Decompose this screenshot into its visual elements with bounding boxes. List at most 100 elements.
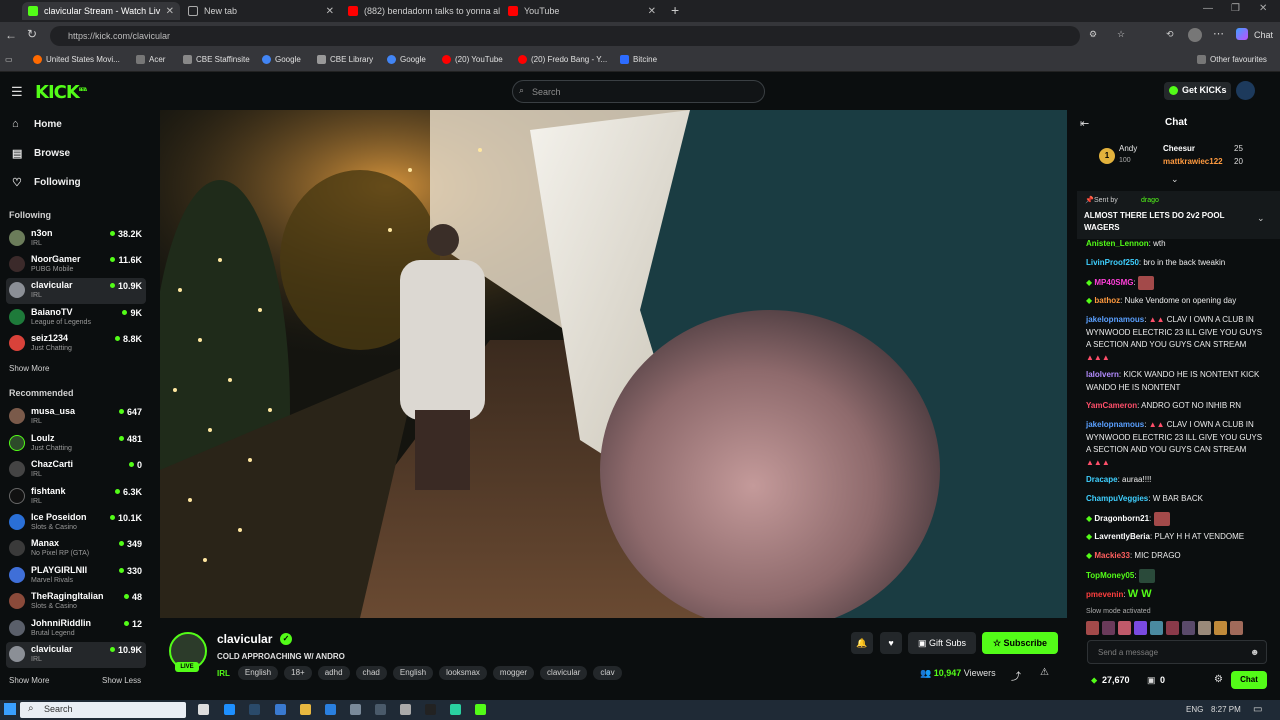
windows-start-icon[interactable] (4, 703, 16, 715)
more-menu-icon[interactable]: ⋯ (1213, 27, 1224, 40)
channel-playgirlnii[interactable]: PLAYGIRLNII Marvel Rivals 330 (6, 563, 146, 589)
history-icon[interactable]: ⟲ (1166, 29, 1174, 40)
app-icon[interactable] (350, 704, 361, 715)
url-field[interactable]: https://kick.com/clavicular (50, 26, 1080, 46)
leader-name[interactable]: Cheesur (1163, 144, 1195, 153)
bookmark-item[interactable]: Google (262, 55, 301, 64)
tag[interactable]: 18+ (284, 666, 312, 680)
settings-icon[interactable] (400, 704, 411, 715)
other-favourites[interactable]: Other favourites (1197, 55, 1267, 64)
channel-loulz[interactable]: Loulz Just Chatting 481 (6, 431, 146, 457)
chat-username[interactable]: Dracape (1086, 475, 1118, 484)
leader-name[interactable]: mattkrawiec122 (1163, 157, 1223, 166)
notification-bell-button[interactable]: 🔔 (851, 632, 873, 654)
expand-leaderboard-icon[interactable]: ⌄ (1171, 174, 1179, 185)
chat-message-input[interactable]: Send a message ☻ (1087, 640, 1267, 664)
chat-username[interactable]: bathoz (1094, 296, 1120, 305)
refresh-icon[interactable]: ↻ (27, 27, 37, 41)
bookmark-item[interactable]: CBE Library (317, 55, 373, 64)
copilot-label[interactable]: Chat (1254, 30, 1273, 40)
close-tab-icon[interactable]: ✕ (326, 6, 334, 17)
bookmark-item[interactable]: (20) YouTube (442, 55, 503, 64)
kick-logo[interactable]: KICKBETA (35, 82, 87, 103)
tag[interactable]: mogger (492, 666, 535, 680)
steam-icon[interactable] (249, 704, 260, 715)
chat-username[interactable]: YamCameron (1086, 401, 1137, 410)
chat-username[interactable]: lalolvern (1086, 370, 1119, 379)
extensions-icon[interactable]: ⚙ (1089, 29, 1097, 40)
chat-username[interactable]: MP40SMG (1094, 278, 1133, 287)
maximize-icon[interactable]: ❐ (1231, 3, 1240, 14)
file-explorer-icon[interactable] (300, 704, 311, 715)
app-icon[interactable] (425, 704, 436, 715)
video-player[interactable] (160, 110, 1067, 618)
channel-johnniriddlin[interactable]: JohnniRiddlin Brutal Legend 12 (6, 616, 146, 642)
get-kicks-button[interactable]: Get KICKs (1164, 82, 1231, 100)
app-icon[interactable] (375, 704, 386, 715)
tab-clavicular-stream[interactable]: clavicular Stream - Watch Liv ✕ (22, 2, 180, 20)
channel-seiz1234[interactable]: seiz1234 Just Chatting 8.8K (6, 331, 146, 357)
tab-youtube-video[interactable]: (882) bendadonn talks to yonna al (342, 2, 500, 20)
bookmark-item[interactable]: Google (387, 55, 426, 64)
sidebar-item-home[interactable]: ⌂ Home (12, 118, 62, 130)
show-more-following-button[interactable]: Show More (9, 364, 49, 373)
mail-icon[interactable] (325, 704, 336, 715)
chat-send-button[interactable]: Chat (1231, 671, 1267, 689)
bookmark-item[interactable]: Acer (136, 55, 165, 64)
stream-category[interactable]: IRL (217, 669, 230, 678)
app-icon[interactable] (450, 704, 461, 715)
close-window-icon[interactable]: ✕ (1259, 3, 1267, 14)
gift-subs-button[interactable]: ▣ Gift Subs (908, 632, 976, 654)
chat-username[interactable]: Anisten_Lennon (1086, 239, 1149, 248)
copilot-icon[interactable] (1236, 28, 1248, 40)
search-input[interactable]: ⌕ Search (512, 80, 765, 103)
chat-username[interactable]: pmevenin (1086, 590, 1123, 599)
taskbar-search-input[interactable]: ⌕ Search (20, 702, 186, 718)
close-tab-icon[interactable]: ✕ (648, 6, 656, 17)
tag[interactable]: clav (593, 666, 622, 680)
streamer-name[interactable]: clavicular (217, 632, 272, 646)
bookmark-item[interactable]: United States Movi... (33, 55, 120, 64)
tab-youtube[interactable]: YouTube ✕ (502, 2, 662, 20)
task-view-icon[interactable] (198, 704, 209, 715)
tag[interactable]: English (392, 666, 434, 680)
emote-icon[interactable] (1134, 621, 1147, 635)
chat-username[interactable]: jakelopnamous (1086, 315, 1144, 324)
emoji-picker-icon[interactable]: ☻ (1250, 647, 1259, 657)
show-less-button[interactable]: Show Less (102, 676, 141, 685)
notifications-icon[interactable]: ▭ (1253, 704, 1262, 715)
tag[interactable]: adhd (317, 666, 350, 680)
chat-username[interactable]: ChampuVeggies (1086, 494, 1148, 503)
sidebar-item-following[interactable]: ♡ Following (12, 176, 81, 189)
bookmark-item[interactable]: CBE Staffinsite (183, 55, 250, 64)
edge-browser-icon[interactable] (224, 704, 235, 715)
channel-baianotv[interactable]: BaianoTV League of Legends 9K (6, 305, 146, 331)
user-avatar[interactable] (1236, 81, 1255, 100)
tag[interactable]: clavicular (540, 666, 588, 680)
emote-icon[interactable] (1118, 621, 1131, 635)
chat-settings-gear-icon[interactable]: ⚙ (1214, 674, 1223, 685)
leader-name[interactable]: Andy (1119, 144, 1137, 153)
channel-noorgamer[interactable]: NoorGamer PUBG Mobile 11.6K (6, 252, 146, 278)
show-more-recommended-button[interactable]: Show More (9, 676, 49, 685)
kicks-balance[interactable]: 27,670 (1102, 675, 1130, 685)
bookmark-item[interactable]: Bitcine (620, 55, 657, 64)
expand-pinned-icon[interactable]: ⌄ (1257, 213, 1265, 224)
chat-username[interactable]: Dragonborn21 (1094, 514, 1149, 523)
sidebar-item-browse[interactable]: ▤ Browse (12, 147, 70, 160)
emote-icon[interactable] (1150, 621, 1163, 635)
chat-username[interactable]: LivinProof250 (1086, 258, 1139, 267)
input-language[interactable]: ENG (1186, 705, 1203, 714)
channel-musa-usa[interactable]: musa_usa IRL 647 (6, 404, 146, 430)
pinned-by-user[interactable]: drago (1141, 197, 1159, 204)
collapse-chat-icon[interactable]: ⇤ (1080, 117, 1089, 130)
share-icon[interactable]: ⤴ (1011, 668, 1021, 683)
minimize-icon[interactable]: — (1203, 3, 1213, 14)
emote-icon[interactable] (1102, 621, 1115, 635)
follow-heart-button[interactable]: ♥ (880, 632, 902, 654)
emote-icon[interactable] (1214, 621, 1227, 635)
emote-icon[interactable] (1230, 621, 1243, 635)
subs-count[interactable]: 0 (1160, 675, 1165, 685)
tab-new-tab[interactable]: New tab ✕ (182, 2, 340, 20)
kick-app-icon[interactable] (475, 704, 486, 715)
